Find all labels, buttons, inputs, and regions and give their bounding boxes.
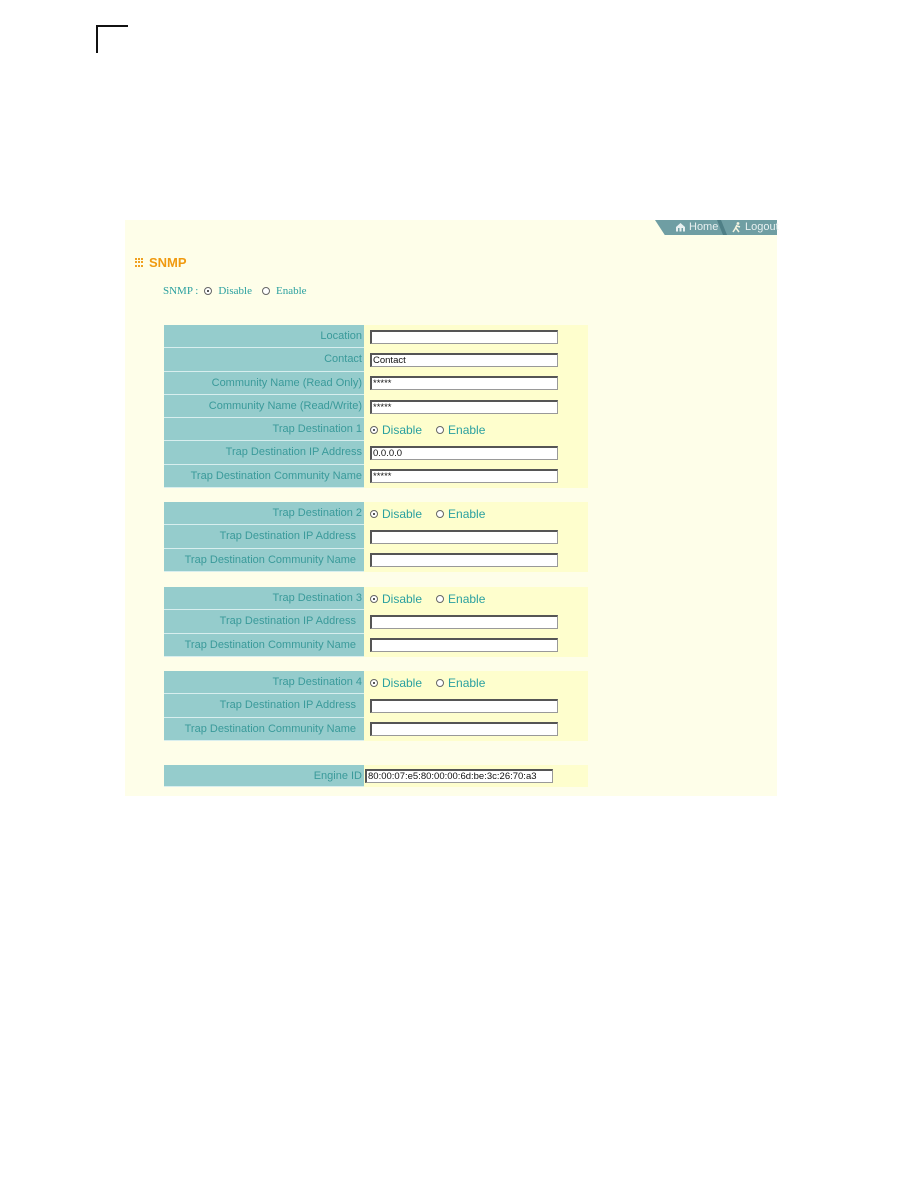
- top-nav: Home Logout: [655, 220, 779, 235]
- trap1-community-label: Trap Destination Community Name: [164, 464, 364, 489]
- trap3-disable-radio[interactable]: [370, 594, 378, 603]
- trap3-community-label: Trap Destination Community Name: [164, 633, 364, 657]
- trap1-disable-radio[interactable]: [370, 425, 378, 434]
- general-settings-table: Location Contact Contact Community Name (…: [164, 325, 588, 489]
- contact-label: Contact: [164, 348, 364, 372]
- trap3-label: Trap Destination 3: [164, 587, 364, 611]
- page-title-text: SNMP: [149, 255, 187, 270]
- trap2-community-field[interactable]: [370, 553, 558, 568]
- trap2-ip-field[interactable]: [370, 529, 558, 544]
- crop-mark: [96, 25, 98, 53]
- table-row: Trap Destination 1 Disable Enable: [164, 418, 588, 442]
- engine-id-field[interactable]: 80:00:07:e5:80:00:00:6d:be:3c:26:70:a3: [365, 769, 553, 783]
- logout-label: Logout: [745, 221, 779, 233]
- trap4-community-label: Trap Destination Community Name: [164, 717, 364, 741]
- grid-icon: [135, 258, 144, 267]
- crop-mark: [96, 25, 128, 27]
- location-label: Location: [164, 325, 364, 349]
- community-rw-label: Community Name (Read/Write): [164, 394, 364, 419]
- trap4-ip-label: Trap Destination IP Address: [164, 694, 364, 718]
- trap4-enable-label: Enable: [448, 675, 486, 690]
- trap3-table: Trap Destination 3 Disable Enable Trap Des…: [164, 587, 588, 657]
- snmp-label: SNMP :: [163, 285, 199, 297]
- table-row: Location: [164, 325, 588, 349]
- trap4-disable-label: Disable: [382, 675, 423, 690]
- trap4-table: Trap Destination 4 Disable Enable Trap Des…: [164, 671, 588, 741]
- home-label: Home: [689, 221, 719, 233]
- snmp-disable-radio[interactable]: [204, 287, 213, 295]
- trap4-disable-radio[interactable]: [370, 678, 378, 687]
- trap1-disable-label: Disable: [382, 422, 423, 437]
- trap2-disable-label: Disable: [382, 506, 423, 521]
- trap4-label: Trap Destination 4: [164, 671, 364, 695]
- snmp-enable-radio[interactable]: [261, 287, 270, 295]
- trap4-community-field[interactable]: [370, 722, 558, 737]
- table-row: Contact Contact: [164, 348, 588, 372]
- location-field[interactable]: [370, 329, 558, 344]
- trap4-enable-radio[interactable]: [436, 678, 445, 687]
- trap1-enable-label: Enable: [448, 422, 486, 437]
- table-row: Trap Destination IP Address 0.0.0.0: [164, 441, 588, 465]
- community-rw-field[interactable]: *****: [370, 399, 558, 414]
- trap1-enable-radio[interactable]: [436, 425, 445, 434]
- trap3-ip-field[interactable]: [370, 614, 558, 629]
- snmp-disable-label: Disable: [218, 285, 252, 297]
- home-icon: [676, 223, 685, 232]
- running-person-icon: [732, 221, 741, 232]
- table-row: Trap Destination Community Name *****: [164, 464, 588, 489]
- community-ro-label: Community Name (Read Only): [164, 371, 364, 395]
- trap1-ip-field[interactable]: 0.0.0.0: [370, 446, 558, 461]
- trap1-label: Trap Destination 1: [164, 418, 364, 442]
- trap3-ip-label: Trap Destination IP Address: [164, 610, 364, 634]
- table-row: Community Name (Read Only) *****: [164, 371, 588, 395]
- contact-field[interactable]: Contact: [370, 352, 558, 367]
- snmp-panel: Home Logout SNMP SNMP : Disable Enable L…: [125, 220, 779, 796]
- trap2-community-label: Trap Destination Community Name: [164, 548, 364, 572]
- community-ro-field[interactable]: *****: [370, 376, 558, 391]
- table-row: Community Name (Read/Write) *****: [164, 394, 588, 419]
- trap3-community-field[interactable]: [370, 638, 558, 653]
- trap2-enable-radio[interactable]: [436, 509, 445, 518]
- home-link[interactable]: Home: [675, 221, 718, 233]
- trap1-ip-label: Trap Destination IP Address: [164, 441, 364, 465]
- trap2-disable-radio[interactable]: [370, 509, 378, 518]
- trap3-disable-label: Disable: [382, 591, 423, 606]
- logout-link[interactable]: Logout: [732, 221, 779, 233]
- snmp-enable-label: Enable: [275, 285, 307, 297]
- engine-table: Engine ID 80:00:07:e5:80:00:00:6d:be:3c:2…: [164, 765, 588, 787]
- trap2-table: Trap Destination 2 Disable Enable Trap Des…: [164, 502, 588, 572]
- trap2-enable-label: Enable: [448, 506, 486, 521]
- trap2-ip-label: Trap Destination IP Address: [164, 525, 364, 549]
- trap4-ip-field[interactable]: [370, 698, 558, 713]
- trap3-enable-label: Enable: [448, 591, 486, 606]
- snmp-toggle: SNMP : Disable Enable: [163, 285, 307, 297]
- page-title: SNMP: [135, 255, 187, 270]
- trap2-label: Trap Destination 2: [164, 502, 364, 526]
- trap1-community-field[interactable]: *****: [370, 469, 558, 484]
- engine-id-label: Engine ID: [164, 765, 364, 787]
- trap3-enable-radio[interactable]: [436, 594, 445, 603]
